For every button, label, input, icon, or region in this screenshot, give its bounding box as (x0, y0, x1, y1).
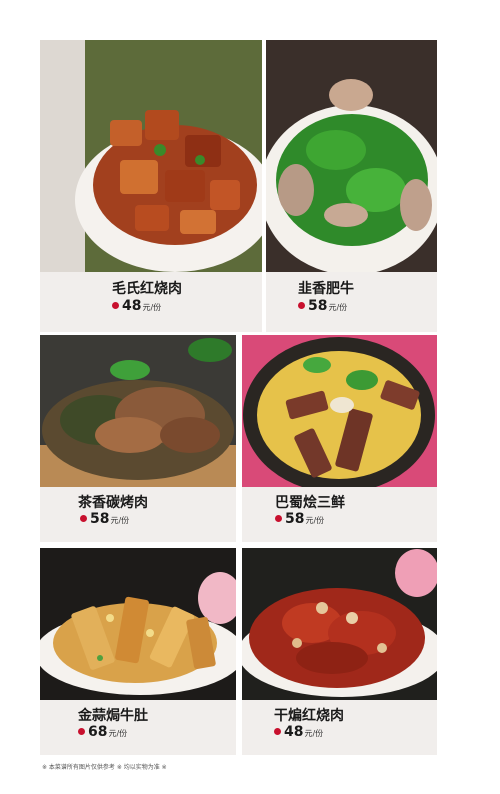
price-unit: 元/份 (328, 303, 348, 312)
dish-card-1[interactable]: 毛氏红烧肉 48 元/份 (40, 40, 262, 332)
dish-price: 58 (308, 298, 328, 314)
dish-photo-4 (242, 335, 437, 487)
dish-price-row: 68 元/份 (78, 724, 127, 740)
dish-card-2[interactable]: 韭香肥牛 58 元/份 (266, 40, 437, 332)
dish-card-6[interactable]: 干煸红烧肉 48 元/份 (242, 548, 437, 755)
dish-price: 48 (284, 724, 304, 740)
price-unit: 元/份 (304, 729, 324, 738)
dish-name: 韭香肥牛 (298, 281, 354, 297)
dish-name: 巴蜀烩三鲜 (275, 495, 345, 511)
dish-price-row: 48 元/份 (112, 298, 161, 314)
dish-price-row: 58 元/份 (80, 511, 129, 527)
dish-price: 68 (88, 724, 108, 740)
price-unit: 元/份 (142, 303, 162, 312)
price-dot-icon (298, 302, 305, 309)
dish-card-3[interactable]: 茶香碳烤肉 58 元/份 (40, 335, 236, 542)
dish-card-5[interactable]: 金蒜焗牛肚 68 元/份 (40, 548, 236, 755)
dish-price: 58 (90, 511, 110, 527)
dish-price: 58 (285, 511, 305, 527)
dish-price-row: 58 元/份 (298, 298, 347, 314)
price-unit: 元/份 (110, 516, 130, 525)
dish-photo-6 (242, 548, 437, 700)
price-dot-icon (112, 302, 119, 309)
dish-photo-2 (266, 40, 437, 272)
price-unit: 元/份 (108, 729, 128, 738)
dish-name: 茶香碳烤肉 (78, 495, 148, 511)
dish-card-4[interactable]: 巴蜀烩三鲜 58 元/份 (242, 335, 437, 542)
price-dot-icon (274, 728, 281, 735)
dish-name: 金蒜焗牛肚 (78, 708, 148, 724)
dish-name: 干煸红烧肉 (274, 708, 344, 724)
price-dot-icon (80, 515, 87, 522)
price-dot-icon (78, 728, 85, 735)
dish-price-row: 48 元/份 (274, 724, 323, 740)
dish-name: 毛氏红烧肉 (112, 281, 182, 297)
footer-disclaimer: ※ 本菜谱所有图片仅供参考 ※ 均以实物为准 ※ (42, 764, 167, 771)
dish-price-row: 58 元/份 (275, 511, 324, 527)
dish-photo-3 (40, 335, 236, 487)
dish-price: 48 (122, 298, 142, 314)
price-unit: 元/份 (305, 516, 325, 525)
dish-photo-5 (40, 548, 236, 700)
dish-photo-1 (40, 40, 262, 272)
price-dot-icon (275, 515, 282, 522)
